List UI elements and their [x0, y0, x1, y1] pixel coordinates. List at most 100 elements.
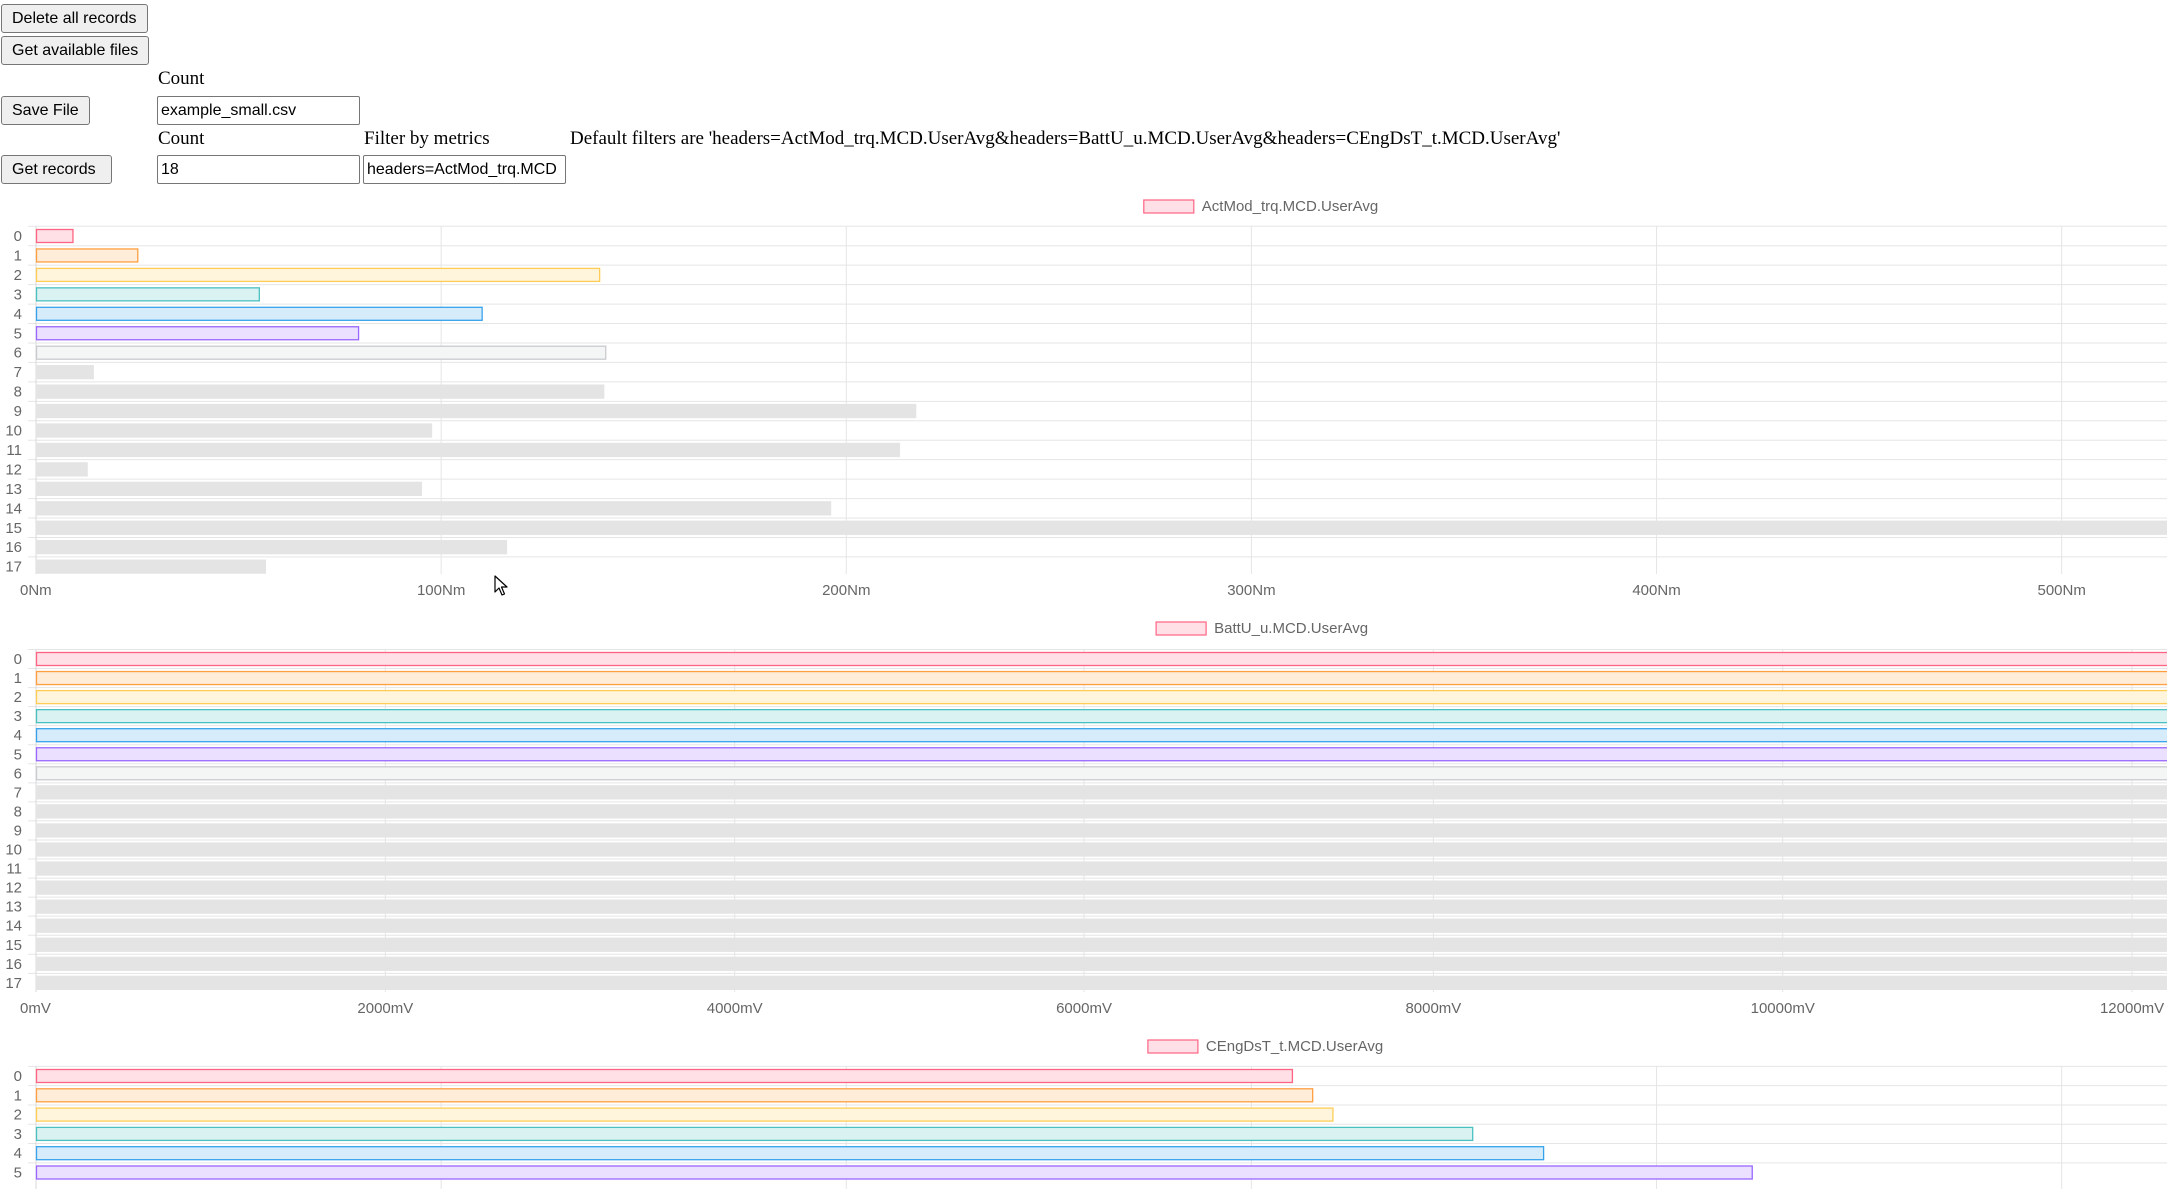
chart-legend[interactable]: BattU_u.MCD.UserAvg [1155, 620, 1368, 637]
y-tick-label-9: 9 [14, 822, 22, 839]
legend-swatch [1143, 199, 1195, 214]
legend-label: CEngDsT_t.MCD.UserAvg [1206, 1038, 1383, 1055]
bar-1[interactable] [35, 1088, 1314, 1103]
y-tick-label-1: 1 [14, 1087, 22, 1104]
y-tick-label-7: 7 [14, 784, 22, 801]
battu-u-chart: BattU_u.MCD.UserAvg012345678910111213141… [5, 620, 2167, 1017]
y-tick-label-9: 9 [14, 403, 22, 420]
bar-6[interactable] [35, 766, 2167, 781]
bar-5[interactable] [35, 1165, 1753, 1180]
x-tick-label: 12000mV [2100, 1000, 2164, 1017]
get-records-button[interactable]: Get records [1, 155, 112, 184]
bar-9[interactable] [35, 823, 2167, 838]
mouse-cursor-icon [494, 575, 508, 596]
y-tick-label-11: 11 [6, 861, 22, 878]
x-tick-label: 0mV [20, 1000, 51, 1017]
y-tick-label-15: 15 [5, 937, 22, 954]
bar-14[interactable] [35, 501, 832, 516]
legend-swatch [1155, 621, 1207, 636]
bar-1[interactable] [35, 670, 2167, 686]
bar-5[interactable] [35, 326, 360, 341]
bar-13[interactable] [35, 481, 423, 497]
bar-4[interactable] [35, 728, 2167, 743]
get-available-files-button[interactable]: Get available files [1, 36, 150, 65]
bar-14[interactable] [35, 918, 2167, 933]
y-tick-label-17: 17 [5, 559, 22, 576]
bar-11[interactable] [35, 861, 2167, 876]
bar-6[interactable] [35, 345, 607, 360]
x-tick-label: 100Nm [417, 582, 465, 599]
bar-15[interactable] [35, 520, 2167, 535]
chart-legend[interactable]: CEngDsT_t.MCD.UserAvg [1147, 1038, 1383, 1055]
bar-8[interactable] [35, 804, 2167, 819]
y-tick-label-2: 2 [14, 1107, 22, 1124]
bar-13[interactable] [35, 899, 2167, 914]
y-tick-label-17: 17 [5, 975, 22, 992]
records-count-label: Count [158, 128, 205, 149]
delete-all-records-button[interactable]: Delete all records [1, 4, 148, 33]
x-tick-label: 200Nm [822, 582, 870, 599]
y-tick-label-16: 16 [5, 539, 22, 556]
x-tick-label: 10000mV [1751, 1000, 1815, 1017]
y-tick-label-2: 2 [14, 689, 22, 706]
bar-7[interactable] [35, 785, 2167, 800]
y-tick-label-16: 16 [5, 956, 22, 973]
y-tick-label-3: 3 [14, 1126, 22, 1143]
y-tick-label-3: 3 [14, 708, 22, 725]
bar-3[interactable] [35, 1126, 1474, 1142]
bar-17[interactable] [35, 559, 267, 574]
bar-10[interactable] [35, 842, 2167, 857]
save-file-button[interactable]: Save File [1, 96, 90, 125]
y-tick-label-0: 0 [14, 1068, 22, 1085]
bar-12[interactable] [35, 462, 88, 477]
y-tick-label-13: 13 [5, 899, 22, 916]
y-tick-label-13: 13 [5, 481, 22, 498]
bar-7[interactable] [35, 364, 94, 380]
bar-16[interactable] [35, 540, 508, 555]
y-tick-label-5: 5 [14, 746, 22, 763]
bar-4[interactable] [35, 1146, 1545, 1161]
y-tick-label-4: 4 [14, 1145, 22, 1162]
y-tick-label-4: 4 [14, 727, 22, 744]
filter-by-metrics-input[interactable] [363, 155, 566, 184]
bar-12[interactable] [35, 880, 2167, 895]
x-tick-label: 300Nm [1227, 582, 1275, 599]
y-tick-label-14: 14 [5, 500, 22, 517]
bar-11[interactable] [35, 442, 901, 458]
bar-5[interactable] [35, 747, 2167, 762]
actmod-trq-chart: ActMod_trq.MCD.UserAvg012345678910111213… [5, 198, 2167, 599]
bar-8[interactable] [35, 384, 605, 399]
chart-legend[interactable]: ActMod_trq.MCD.UserAvg [1143, 198, 1378, 215]
y-tick-label-1: 1 [14, 670, 22, 687]
bar-17[interactable] [35, 975, 2167, 991]
save-file-name-input[interactable] [157, 96, 360, 125]
y-tick-label-11: 11 [6, 442, 22, 459]
bar-9[interactable] [35, 403, 917, 419]
x-tick-label: 4000mV [707, 1000, 763, 1017]
bar-3[interactable] [35, 287, 260, 302]
y-tick-label-2: 2 [14, 267, 22, 284]
bar-2[interactable] [35, 689, 2167, 705]
bar-1[interactable] [35, 248, 139, 263]
bar-4[interactable] [35, 306, 483, 321]
bar-0[interactable] [35, 651, 2167, 667]
bar-0[interactable] [35, 1068, 1294, 1084]
y-tick-label-12: 12 [5, 461, 22, 478]
bar-0[interactable] [35, 228, 74, 244]
default-filters-text: Default filters are 'headers=ActMod_trq.… [570, 128, 1561, 149]
x-tick-label: 0Nm [20, 582, 52, 599]
x-tick-label: 6000mV [1056, 1000, 1112, 1017]
y-tick-label-3: 3 [14, 286, 22, 303]
bar-2[interactable] [35, 1107, 1334, 1122]
bar-15[interactable] [35, 937, 2167, 952]
cengdst-t-chart: CEngDsT_t.MCD.UserAvg 0 1 2 3 4 5 [14, 1038, 2167, 1189]
bar-10[interactable] [35, 423, 433, 438]
bar-2[interactable] [35, 267, 601, 283]
bar-16[interactable] [35, 956, 2167, 971]
y-tick-label-7: 7 [14, 364, 22, 381]
records-count-input[interactable] [157, 155, 360, 184]
y-tick-label-8: 8 [14, 384, 22, 401]
x-tick-label: 500Nm [2037, 582, 2085, 599]
bar-3[interactable] [35, 709, 2167, 724]
legend-label: BattU_u.MCD.UserAvg [1214, 620, 1368, 637]
